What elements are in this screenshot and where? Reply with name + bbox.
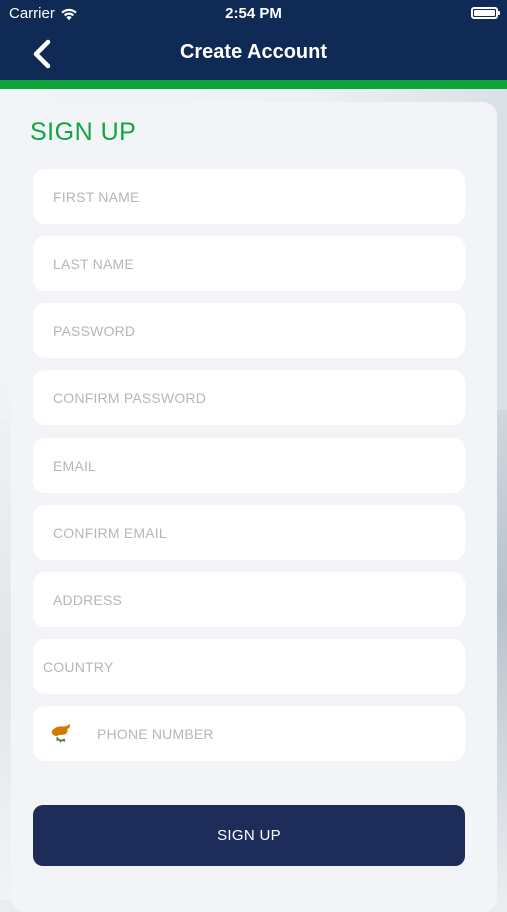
- signup-card: SIGN UP SIGN UP: [11, 102, 497, 912]
- sign-up-button-label: SIGN UP: [217, 827, 281, 844]
- confirm-email-input[interactable]: [33, 505, 465, 560]
- signup-title: SIGN UP: [30, 118, 137, 146]
- last-name-input[interactable]: [33, 236, 465, 291]
- header: Carrier 2:54 PM Create Account: [0, 0, 507, 80]
- password-field: [33, 303, 465, 358]
- email-field: [33, 438, 465, 493]
- status-time: 2:54 PM: [225, 5, 282, 22]
- battery-icon: [471, 7, 500, 19]
- country-input[interactable]: [33, 639, 465, 694]
- confirm-password-input[interactable]: [33, 370, 465, 425]
- phone-number-input[interactable]: [33, 706, 465, 761]
- password-input[interactable]: [33, 303, 465, 358]
- sign-up-button[interactable]: SIGN UP: [33, 805, 465, 866]
- address-input[interactable]: [33, 572, 465, 627]
- first-name-field: [33, 169, 465, 224]
- country-field: [33, 639, 465, 694]
- email-input[interactable]: [33, 438, 465, 493]
- country-code-selector[interactable]: [47, 720, 75, 746]
- last-name-field: [33, 236, 465, 291]
- confirm-password-field: [33, 370, 465, 425]
- page-title: Create Account: [179, 41, 328, 63]
- cyprus-flag-icon: [51, 724, 71, 743]
- navigation-bar: Create Account: [0, 28, 507, 80]
- first-name-input[interactable]: [33, 169, 465, 224]
- address-field: [33, 572, 465, 627]
- phone-number-field: [33, 706, 465, 761]
- confirm-email-field: [33, 505, 465, 560]
- accent-divider: [0, 80, 507, 89]
- status-bar: Carrier 2:54 PM: [0, 0, 507, 28]
